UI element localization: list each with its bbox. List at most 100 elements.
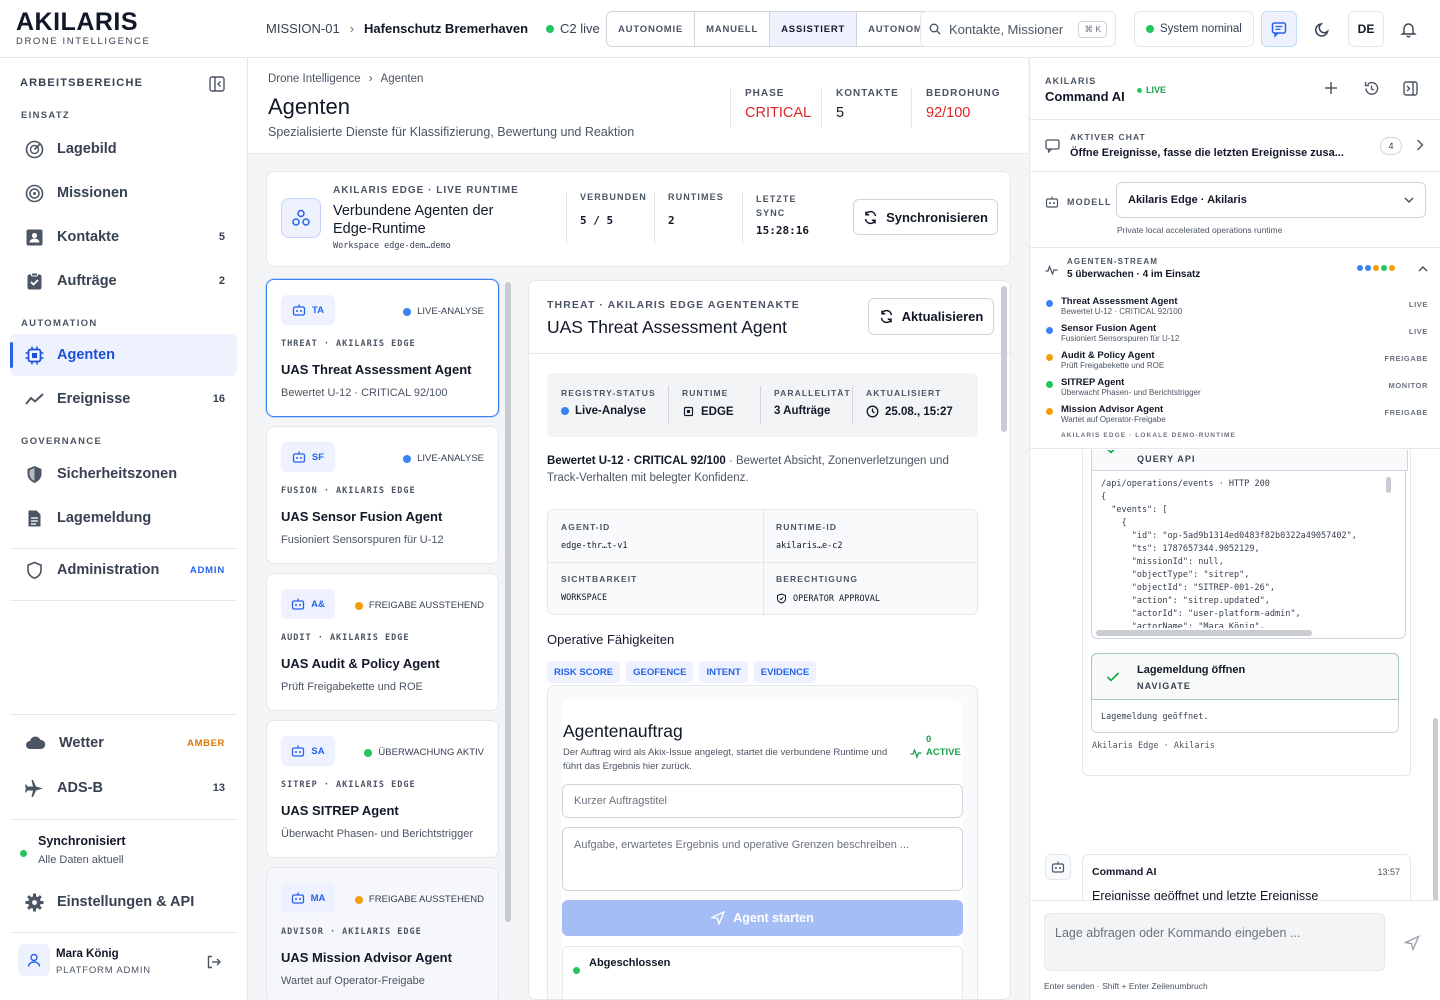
- sidebar-item-wetter[interactable]: Wetter AMBER: [10, 722, 237, 764]
- mode-manuell[interactable]: MANUELL: [695, 12, 771, 46]
- agent-card-sensor-fusion[interactable]: SF LIVE-ANALYSE FUSION · AKILARIS EDGE U…: [266, 426, 499, 564]
- stream-row[interactable]: Sensor Fusion Agent Fusioniert Sensorspur…: [1044, 323, 1428, 350]
- breadcrumb-item[interactable]: Drone Intelligence: [268, 73, 361, 85]
- history-icon[interactable]: [1363, 80, 1380, 97]
- sidebar-item-agenten[interactable]: Agenten: [10, 334, 237, 376]
- id-label: AGENT-ID: [561, 522, 611, 532]
- sidebar-item-kontakte[interactable]: Kontakte 5: [10, 216, 237, 258]
- detail-scrollbar[interactable]: [1001, 286, 1007, 432]
- system-status[interactable]: System nominal: [1134, 11, 1254, 47]
- stream-agent-name: SITREP Agent: [1061, 377, 1125, 388]
- agent-card-audit-policy[interactable]: A& FREIGABE AUSSTEHEND AUDIT · AKILARIS …: [266, 573, 499, 711]
- refresh-button[interactable]: Aktualisieren: [868, 298, 994, 335]
- collapse-panel-icon[interactable]: [1402, 80, 1419, 97]
- job-result-item[interactable]: Abgeschlossen: [562, 946, 963, 999]
- agent-status: LIVE-ANALYSE: [403, 306, 484, 317]
- sidebar-item-missionen[interactable]: Missionen: [10, 172, 237, 214]
- agent-stream: AGENTEN-STREAM 5 überwachen · 4 im Einsa…: [1030, 248, 1440, 449]
- message-text: Ereignisse geöffnet und letzte Ereigniss…: [1092, 889, 1319, 900]
- notifications-button[interactable]: [1390, 11, 1426, 47]
- agent-status-label: FREIGABE AUSSTEHEND: [368, 894, 484, 905]
- job-title-input[interactable]: Kurzer Auftragstitel: [562, 784, 963, 818]
- agent-status-label: ÜBERWACHUNG AKTIV: [378, 747, 484, 758]
- sidebar-item-lagemeldung[interactable]: Lagemeldung: [10, 497, 237, 539]
- stream-row[interactable]: Audit & Policy Agent Prüft Freigabekette …: [1044, 350, 1428, 377]
- sidebar-item-adsb[interactable]: ADS-B 13: [10, 767, 237, 809]
- robot-icon: [291, 598, 305, 610]
- chat-input[interactable]: Lage abfragen oder Kommando eingeben ...: [1044, 913, 1385, 971]
- language-button[interactable]: DE: [1348, 11, 1384, 47]
- capability-chip: RISK SCORE: [547, 661, 621, 683]
- panel-kicker: AKILARIS: [1045, 76, 1097, 86]
- agent-list-scrollbar[interactable]: [505, 282, 511, 922]
- code-vertical-scrollbar[interactable]: [1386, 477, 1391, 493]
- code-horizontal-scrollbar[interactable]: [1096, 630, 1312, 636]
- meta-value: Live-Analyse: [575, 405, 646, 417]
- conversation-scrollbar[interactable]: [1433, 718, 1438, 900]
- stream-row[interactable]: SITREP Agent Überwacht Phasen- und Berich…: [1044, 377, 1428, 404]
- sidebar-item-ereignisse[interactable]: Ereignisse 16: [10, 378, 237, 420]
- mission-name[interactable]: Hafenschutz Bremerhaven: [364, 21, 528, 36]
- active-chat-row[interactable]: AKTIVER CHAT Öffne Ereignisse, fasse die…: [1030, 120, 1440, 172]
- stream-summary: 5 überwachen · 4 im Einsatz: [1067, 269, 1201, 280]
- meta-value: 25.08., 15:27: [885, 405, 953, 418]
- sidebar-item-auftraege[interactable]: Aufträge 2: [10, 260, 237, 302]
- chevron-right-icon: ›: [349, 21, 355, 36]
- status-dot-icon: [1146, 25, 1154, 33]
- item-count: 16: [212, 393, 225, 405]
- send-icon[interactable]: [1404, 935, 1420, 951]
- logout-icon[interactable]: [206, 954, 222, 970]
- search-input[interactable]: Kontakte, Missionen, Aufträge: [949, 22, 1063, 37]
- sidebar-item-sicherheitszonen[interactable]: Sicherheitszonen: [10, 453, 237, 495]
- stream-agent-desc: Prüft Freigabekette und ROE: [1061, 361, 1165, 370]
- sidebar-item-settings-api[interactable]: Einstellungen & API: [10, 881, 237, 923]
- collapse-sidebar-icon[interactable]: [208, 75, 226, 93]
- agent-card-threat-assessment[interactable]: TA LIVE-ANALYSE THREAT · AKILARIS EDGE U…: [266, 279, 499, 417]
- avatar[interactable]: [18, 944, 50, 976]
- mode-assistiert[interactable]: ASSISTIERT: [770, 12, 858, 46]
- item-count: 2: [218, 275, 225, 287]
- sidebar-item-administration[interactable]: Administration ADMIN: [10, 549, 237, 591]
- id-label: RUNTIME-ID: [776, 522, 838, 532]
- shield-outline-icon: [24, 560, 45, 581]
- divider: [10, 714, 237, 715]
- command-ai-panel: AKILARIS Command AI LIVE AKTIVER CHAT Öf…: [1029, 58, 1440, 1000]
- refresh-icon: [879, 309, 894, 324]
- mode-autonomie[interactable]: AUTONOMIE: [607, 12, 696, 46]
- status-dot-icon: [1137, 87, 1142, 93]
- stat-value: 92/100: [926, 105, 971, 121]
- brand-tagline: DRONE INTELLIGENCE: [16, 36, 151, 47]
- agent-card-mission-advisor[interactable]: MA FREIGABE AUSSTEHEND ADVISOR · AKILARI…: [266, 867, 499, 1000]
- link-status: C2 live: [546, 21, 600, 36]
- model-hint: Private local accelerated operations run…: [1117, 225, 1283, 235]
- meta-value: 3 Aufträge: [774, 405, 831, 417]
- sidebar-item-lagebild[interactable]: Lagebild: [10, 128, 237, 170]
- stream-row[interactable]: Threat Assessment Agent Bewertet U-12 · C…: [1044, 296, 1428, 323]
- target-icon: [24, 183, 45, 204]
- global-search[interactable]: Kontakte, Missionen, Aufträge ⌘ K: [920, 11, 1116, 47]
- start-agent-label: Agent starten: [733, 911, 814, 925]
- active-chat-text: Öffne Ereignisse, fasse die letzten Erei…: [1070, 147, 1344, 159]
- agent-name: UAS Audit & Policy Agent: [281, 656, 440, 671]
- model-select[interactable]: Akilaris Edge · Akilaris: [1116, 182, 1426, 218]
- brand-logo[interactable]: AKILARIS DRONE INTELLIGENCE: [16, 9, 150, 47]
- sync-button-label: Synchronisieren: [886, 209, 988, 225]
- chevron-up-icon[interactable]: [1418, 265, 1428, 272]
- tool-call-query-api[interactable]: QUERY API /api/operations/events · HTTP …: [1091, 450, 1408, 639]
- sync-button[interactable]: Synchronisieren: [853, 199, 998, 235]
- detail-kicker: THREAT · AKILARIS EDGE AGENTENAKTE: [547, 299, 800, 311]
- stream-row[interactable]: Mission Advisor Agent Wartet auf Operator…: [1044, 404, 1428, 431]
- meta-bar: REGISTRY-STATUS Live-Analyse RUNTIME EDGE …: [547, 373, 978, 437]
- capability-chip: INTENT: [699, 661, 748, 683]
- start-agent-button[interactable]: Agent starten: [562, 900, 963, 936]
- stream-agent-name: Sensor Fusion Agent: [1061, 323, 1157, 334]
- job-body-textarea[interactable]: Aufgabe, erwartetes Ergebnis und operati…: [562, 827, 963, 891]
- mission-id[interactable]: MISSION-01: [266, 21, 340, 36]
- agent-card-sitrep[interactable]: SA ÜBERWACHUNG AKTIV SITREP · AKILARIS E…: [266, 720, 499, 858]
- tool-call-navigate[interactable]: Lagemeldung öffnen NAVIGATE Lagemeldung …: [1091, 653, 1399, 733]
- new-chat-icon[interactable]: [1323, 80, 1339, 96]
- tool-call-label: NAVIGATE: [1137, 681, 1191, 691]
- user-icon: [26, 952, 42, 968]
- theme-toggle-button[interactable]: [1304, 11, 1340, 47]
- chat-toggle-button[interactable]: [1261, 11, 1297, 47]
